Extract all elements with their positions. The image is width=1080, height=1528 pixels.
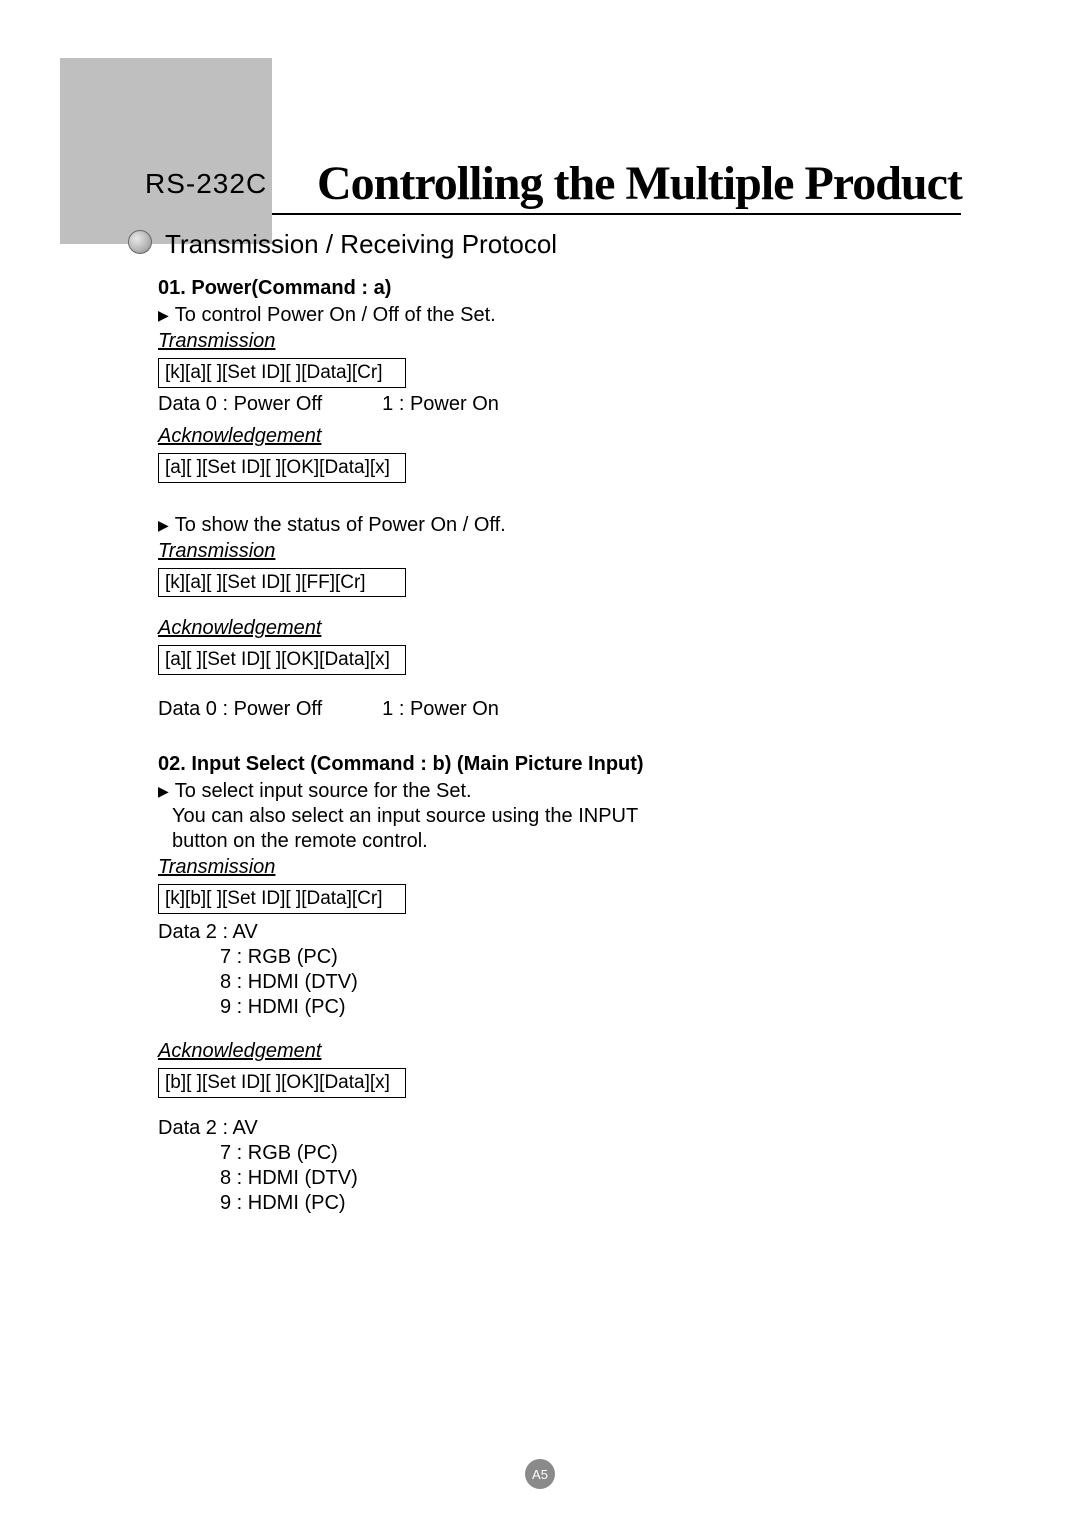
cmd02-heading: 02. Input Select (Command : b) (Main Pic… xyxy=(158,752,950,777)
cmd01-data-on: 1 : Power On xyxy=(382,392,499,417)
acknowledgement-label: Acknowledgement xyxy=(158,424,950,449)
page-number: A5 xyxy=(525,1459,555,1489)
arrow-right-icon: ▶ xyxy=(158,513,169,537)
bullet-icon xyxy=(128,230,152,254)
cmd01-heading: 01. Power(Command : a) xyxy=(158,276,950,301)
cmd01-data-off2: Data 0 : Power Off xyxy=(158,697,322,722)
cmd02-transmission-code: [k][b][ ][Set ID][ ][Data][Cr] xyxy=(158,884,406,914)
cmd02-data3: 8 : HDMI (DTV) xyxy=(158,970,950,995)
acknowledgement-label: Acknowledgement xyxy=(158,1039,950,1064)
header-block xyxy=(60,58,272,244)
cmd02-ack-data1: Data 2 : AV xyxy=(158,1116,950,1141)
header-prefix: RS-232C xyxy=(145,168,267,200)
cmd02-data4: 9 : HDMI (PC) xyxy=(158,995,950,1020)
header-underline xyxy=(272,213,961,215)
cmd02-ack-code: [b][ ][Set ID][ ][OK][Data][x] xyxy=(158,1068,406,1098)
cmd01-ack-code: [a][ ][Set ID][ ][OK][Data][x] xyxy=(158,453,406,483)
cmd01-data-on2: 1 : Power On xyxy=(382,697,499,722)
arrow-right-icon: ▶ xyxy=(158,303,169,327)
cmd02-ack-data2: 7 : RGB (PC) xyxy=(158,1141,950,1166)
cmd02-desc-l1: To select input source for the Set. xyxy=(175,779,472,804)
arrow-right-icon: ▶ xyxy=(158,779,169,803)
cmd02-data2: 7 : RGB (PC) xyxy=(158,945,950,970)
transmission-label: Transmission xyxy=(158,539,950,564)
cmd02-desc-l3: button on the remote control. xyxy=(158,829,950,854)
transmission-label: Transmission xyxy=(158,855,950,880)
cmd01-transmission-code: [k][a][ ][Set ID][ ][Data][Cr] xyxy=(158,358,406,388)
page: RS-232C Controlling the Multiple Product… xyxy=(0,0,1080,1528)
cmd02-data1: Data 2 : AV xyxy=(158,920,950,945)
page-title: Controlling the Multiple Product xyxy=(317,156,962,211)
cmd01-ack-code2: [a][ ][Set ID][ ][OK][Data][x] xyxy=(158,645,406,675)
cmd01-transmission-code2: [k][a][ ][Set ID][ ][FF][Cr] xyxy=(158,568,406,598)
cmd01-desc: To control Power On / Off of the Set. xyxy=(175,303,496,328)
acknowledgement-label: Acknowledgement xyxy=(158,616,950,641)
cmd02-ack-data4: 9 : HDMI (PC) xyxy=(158,1191,950,1216)
cmd02-desc-l2: You can also select an input source usin… xyxy=(158,804,950,829)
section-title: Transmission / Receiving Protocol xyxy=(165,229,557,260)
cmd01-data-off: Data 0 : Power Off xyxy=(158,392,322,417)
transmission-label: Transmission xyxy=(158,329,950,354)
cmd02-ack-data3: 8 : HDMI (DTV) xyxy=(158,1166,950,1191)
content-area: 01. Power(Command : a) ▶ To control Powe… xyxy=(158,276,950,1216)
cmd01-desc2: To show the status of Power On / Off. xyxy=(175,513,506,538)
